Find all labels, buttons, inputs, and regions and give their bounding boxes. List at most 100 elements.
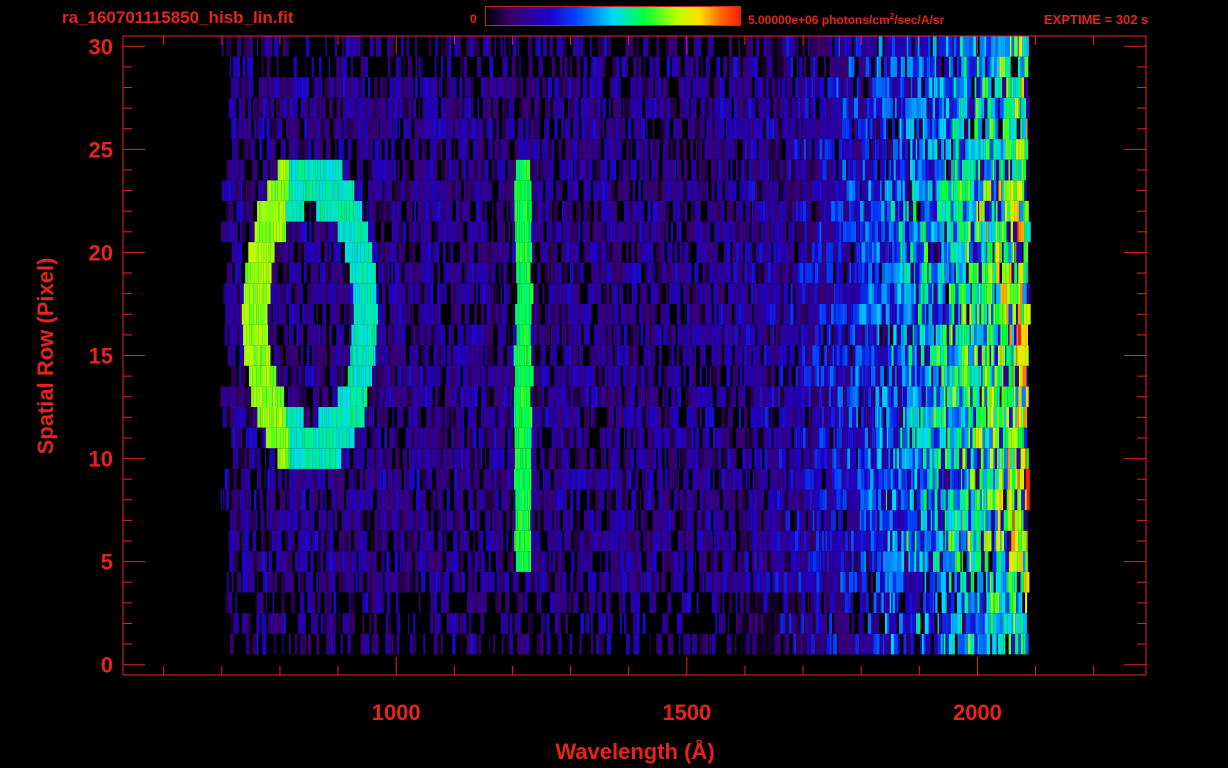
heatmap-cell	[863, 386, 866, 407]
heatmap-cell	[1003, 468, 1008, 490]
heatmap-cell	[270, 386, 273, 407]
heatmap-cell	[632, 304, 636, 325]
heatmap-cell	[440, 324, 444, 346]
heatmap-cell	[501, 324, 506, 346]
heatmap-cell	[896, 592, 898, 614]
heatmap-cell	[975, 613, 979, 634]
heatmap-cell	[710, 324, 715, 346]
heatmap-cell	[378, 262, 381, 284]
heatmap-cell	[254, 262, 256, 284]
heatmap-cell	[658, 365, 662, 387]
heatmap-cell	[849, 489, 854, 511]
heatmap-cell	[1008, 571, 1010, 593]
heatmap-cell	[797, 427, 801, 449]
heatmap-cell	[437, 448, 441, 469]
heatmap-cell	[332, 427, 337, 449]
heatmap-cell	[626, 304, 631, 325]
heatmap-cell	[934, 324, 936, 346]
heatmap-cell	[749, 448, 751, 469]
heatmap-cell	[823, 633, 827, 655]
heatmap-cell	[837, 613, 842, 634]
heatmap-cell	[840, 571, 844, 593]
heatmap-cell	[261, 262, 264, 284]
heatmap-cell	[491, 262, 494, 284]
heatmap-cell	[298, 551, 301, 572]
heatmap-cell	[634, 489, 635, 511]
heatmap-cell	[750, 262, 752, 284]
heatmap-cell	[304, 530, 307, 552]
heatmap-cell	[635, 345, 639, 366]
heatmap-cell	[341, 571, 346, 593]
heatmap-cell	[652, 427, 655, 449]
heatmap-cell	[522, 510, 524, 531]
heatmap-cell	[940, 489, 945, 511]
heatmap-cell	[568, 365, 571, 387]
heatmap-cell	[960, 407, 963, 428]
heatmap-cell	[453, 571, 455, 593]
heatmap-cell	[620, 530, 623, 552]
heatmap-cell	[955, 283, 959, 304]
heatmap-cell	[247, 386, 252, 407]
heatmap-cell	[1020, 448, 1023, 469]
heatmap-cell	[522, 489, 525, 511]
heatmap-cell	[959, 448, 963, 469]
heatmap-cell	[788, 551, 791, 572]
heatmap-cell	[391, 386, 394, 407]
heatmap-cell	[703, 345, 706, 366]
heatmap-cell	[574, 262, 578, 284]
heatmap-cell	[941, 592, 946, 614]
heatmap-cell	[382, 489, 385, 511]
heatmap-cell	[946, 633, 949, 655]
heatmap-cell	[349, 427, 352, 449]
heatmap-cell	[896, 365, 899, 387]
heatmap-cell	[665, 489, 669, 511]
heatmap-cell	[410, 283, 412, 304]
heatmap-cell	[951, 262, 955, 284]
heatmap-cell	[789, 592, 794, 614]
heatmap-cell	[743, 551, 746, 572]
heatmap-cell	[805, 324, 809, 346]
heatmap-cell	[449, 365, 454, 387]
heatmap-cell	[1024, 530, 1027, 552]
heatmap-cell	[231, 242, 235, 263]
heatmap-cell	[921, 386, 926, 407]
heatmap-cell	[970, 613, 972, 634]
heatmap-cell	[472, 427, 477, 449]
heatmap-cell	[294, 468, 298, 490]
heatmap-cell	[779, 304, 784, 325]
heatmap-cell	[851, 427, 854, 449]
heatmap-cell	[738, 365, 740, 387]
heatmap-cell	[386, 613, 388, 634]
heatmap-cell	[962, 283, 964, 304]
heatmap-cell	[423, 571, 426, 593]
heatmap-cell	[257, 283, 260, 304]
heatmap-cell	[294, 551, 299, 572]
heatmap-cell	[873, 489, 876, 511]
heatmap-cell	[241, 613, 244, 634]
heatmap-cell	[512, 262, 517, 284]
heatmap-cell	[508, 345, 511, 366]
heatmap-cell	[508, 324, 510, 346]
heatmap-cell	[379, 345, 382, 366]
heatmap-cell	[823, 262, 827, 284]
heatmap-cell	[359, 468, 364, 490]
heatmap-cell	[420, 262, 425, 284]
heatmap-cell	[750, 571, 754, 593]
heatmap-cell	[701, 448, 703, 469]
heatmap-cell	[353, 530, 357, 552]
heatmap-cell	[995, 304, 999, 325]
heatmap-cell	[815, 262, 819, 284]
heatmap-cell	[471, 345, 475, 366]
heatmap-cell	[990, 613, 994, 634]
heatmap-cell	[668, 448, 672, 469]
heatmap-cell	[962, 571, 967, 593]
heatmap-cell	[369, 324, 373, 346]
heatmap-cell	[308, 365, 311, 387]
heatmap-cell	[867, 283, 869, 304]
heatmap-cell	[812, 345, 816, 366]
heatmap-cell	[761, 386, 766, 407]
heatmap-cell	[756, 633, 760, 655]
heatmap-cell	[977, 345, 979, 366]
heatmap-cell	[458, 386, 461, 407]
heatmap-cell	[499, 386, 504, 407]
